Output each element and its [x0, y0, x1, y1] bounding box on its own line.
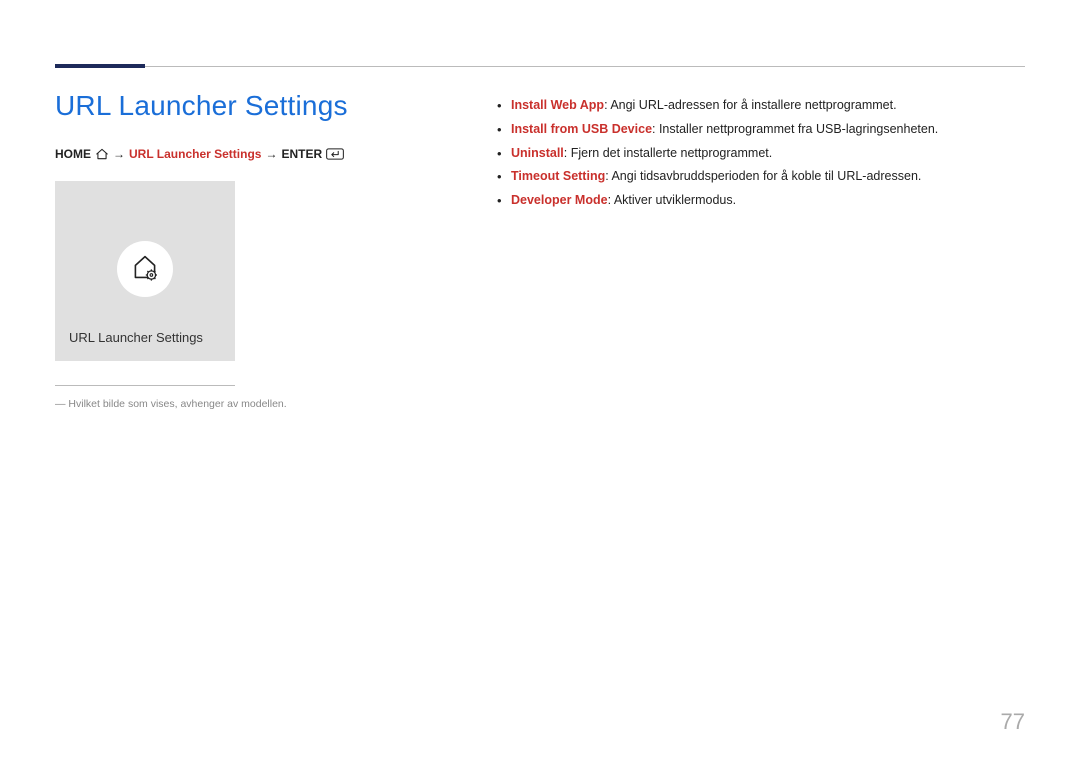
list-item-desc: : Installer nettprogrammet fra USB-lagri…: [652, 122, 938, 136]
note-rule: [55, 385, 235, 386]
breadcrumb-arrow-1: →: [113, 147, 125, 161]
tile-label: URL Launcher Settings: [69, 330, 203, 345]
list-item-label: Developer Mode: [511, 193, 608, 207]
list-item-label: Uninstall: [511, 146, 564, 160]
list-item-desc: : Angi URL-adressen for å installere net…: [604, 98, 897, 112]
breadcrumb-enter: ENTER: [281, 147, 322, 161]
top-rule-accent: [55, 64, 145, 68]
breadcrumb: HOME → URL Launcher Settings → ENTER: [55, 147, 415, 161]
list-item: Developer Mode: Aktiver utviklermodus.: [495, 191, 1025, 210]
page-title: URL Launcher Settings: [55, 90, 415, 122]
bullet-list: Install Web App: Angi URL-adressen for å…: [495, 96, 1025, 210]
list-item-desc: : Aktiver utviklermodus.: [608, 193, 737, 207]
list-item: Timeout Setting: Angi tidsavbruddsperiod…: [495, 167, 1025, 186]
enter-icon: [326, 148, 344, 160]
tile-preview: URL Launcher Settings: [55, 181, 235, 361]
list-item: Install Web App: Angi URL-adressen for å…: [495, 96, 1025, 115]
breadcrumb-middle: URL Launcher Settings: [129, 147, 261, 161]
list-item-label: Install Web App: [511, 98, 604, 112]
page-number: 77: [1001, 709, 1025, 735]
list-item: Uninstall: Fjern det installerte nettpro…: [495, 144, 1025, 163]
breadcrumb-arrow-2: →: [265, 147, 277, 161]
list-item-desc: : Fjern det installerte nettprogrammet.: [564, 146, 772, 160]
breadcrumb-home: HOME: [55, 147, 91, 161]
manual-page: URL Launcher Settings HOME → URL Launche…: [0, 0, 1080, 763]
list-item-label: Timeout Setting: [511, 169, 605, 183]
home-icon: [95, 148, 109, 160]
top-rule: [55, 66, 1025, 67]
home-gear-icon: [129, 251, 161, 288]
tile-icon-circle: [117, 241, 173, 297]
list-item: Install from USB Device: Installer nettp…: [495, 120, 1025, 139]
content-columns: URL Launcher Settings HOME → URL Launche…: [55, 90, 1025, 410]
list-item-desc: : Angi tidsavbruddsperioden for å koble …: [605, 169, 921, 183]
left-column: URL Launcher Settings HOME → URL Launche…: [55, 90, 415, 410]
list-item-label: Install from USB Device: [511, 122, 652, 136]
model-note: ― Hvilket bilde som vises, avhenger av m…: [55, 398, 415, 410]
right-column: Install Web App: Angi URL-adressen for å…: [495, 90, 1025, 410]
